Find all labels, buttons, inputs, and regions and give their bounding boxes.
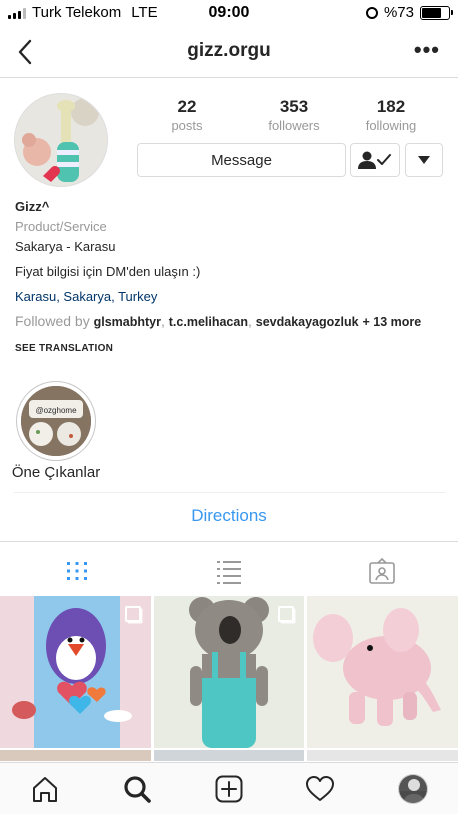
profile-category: Product/Service [15, 219, 107, 234]
user-check-icon [358, 151, 391, 169]
post-grid [0, 596, 458, 761]
profile-display-name: Gizz^ [15, 199, 50, 214]
post-image [307, 596, 458, 748]
bio-description: Fiyat bilgisi için DM'den ulaşın :) [15, 264, 201, 279]
profile-avatar[interactable] [398, 774, 428, 804]
profile-username-title: gizz.orgu [187, 40, 271, 61]
followed-by-prefix: Followed by [15, 313, 90, 329]
stat-posts[interactable]: 22 posts [142, 97, 232, 133]
stat-value: 182 [376, 97, 406, 116]
caret-down-icon [418, 156, 430, 164]
stat-following[interactable]: 182 following [346, 97, 436, 133]
highlight-cover: @ozghome [21, 386, 91, 456]
highlight-cover-image: @ozghome [21, 386, 91, 456]
divider [14, 492, 446, 493]
following-button[interactable] [350, 143, 400, 177]
followed-by-line[interactable]: Followed by glsmabhtyr, t.c.melihacan, s… [15, 311, 445, 332]
more-horizontal-icon[interactable]: ••• [414, 39, 440, 61]
see-translation-link[interactable]: SEE TRANSLATION [15, 343, 113, 354]
post-row-peek [0, 750, 458, 761]
svg-text:@ozghome: @ozghome [35, 406, 77, 415]
profile-avatar-image [399, 775, 427, 803]
battery-icon [420, 5, 453, 20]
stat-value: 22 [177, 97, 197, 116]
multi-photo-icon [125, 606, 141, 622]
post-thumbnail[interactable] [0, 596, 151, 748]
followed-user[interactable]: t.c.melihacan [169, 315, 248, 329]
followed-user[interactable]: glsmabhtyr [94, 315, 161, 329]
stat-followers[interactable]: 353 followers [249, 97, 339, 133]
message-button[interactable]: Message [137, 143, 346, 177]
stat-label: following [365, 118, 417, 133]
battery-percent: %73 [383, 4, 414, 21]
grid-icon[interactable] [62, 556, 92, 586]
heart-icon[interactable] [305, 774, 335, 804]
bottom-tab-bar [0, 762, 458, 814]
highlight-label: Öne Çıkanlar [11, 464, 101, 481]
suggestions-dropdown-button[interactable] [405, 143, 443, 177]
followed-user[interactable]: sevdakayagozluk [256, 315, 359, 329]
stat-label: posts [171, 118, 203, 133]
alarm-icon [365, 6, 378, 19]
search-icon[interactable] [122, 774, 152, 804]
profile-avatar[interactable] [14, 93, 108, 187]
directions-button[interactable]: Directions [0, 506, 458, 526]
profile-nav-bar: gizz.orgu ••• [0, 26, 458, 78]
list-icon[interactable] [214, 556, 244, 586]
add-icon[interactable] [214, 774, 244, 804]
profile-bio: Gizz^ Product/Service Sakarya - Karasu F… [15, 197, 445, 332]
post-thumbnail[interactable] [154, 596, 304, 748]
profile-stats: 22 posts 353 followers 182 following [140, 97, 458, 133]
status-right: %73 [365, 4, 453, 21]
profile-view-tabs [0, 541, 458, 596]
address-link[interactable]: Karasu, Sakarya, Turkey [15, 287, 445, 307]
bio-location-text: Sakarya - Karasu [15, 239, 116, 254]
multi-photo-icon [278, 606, 294, 622]
stat-label: followers [268, 118, 320, 133]
followed-more[interactable]: + 13 more [362, 315, 421, 329]
post-thumbnail[interactable] [307, 596, 458, 748]
tagged-icon[interactable] [367, 556, 397, 586]
avatar-image [15, 94, 107, 186]
story-highlight[interactable]: @ozghome [16, 381, 96, 461]
home-icon[interactable] [30, 774, 60, 804]
stat-value: 353 [279, 97, 309, 116]
status-bar: Turk Telekom LTE 09:00 %73 [0, 0, 458, 26]
